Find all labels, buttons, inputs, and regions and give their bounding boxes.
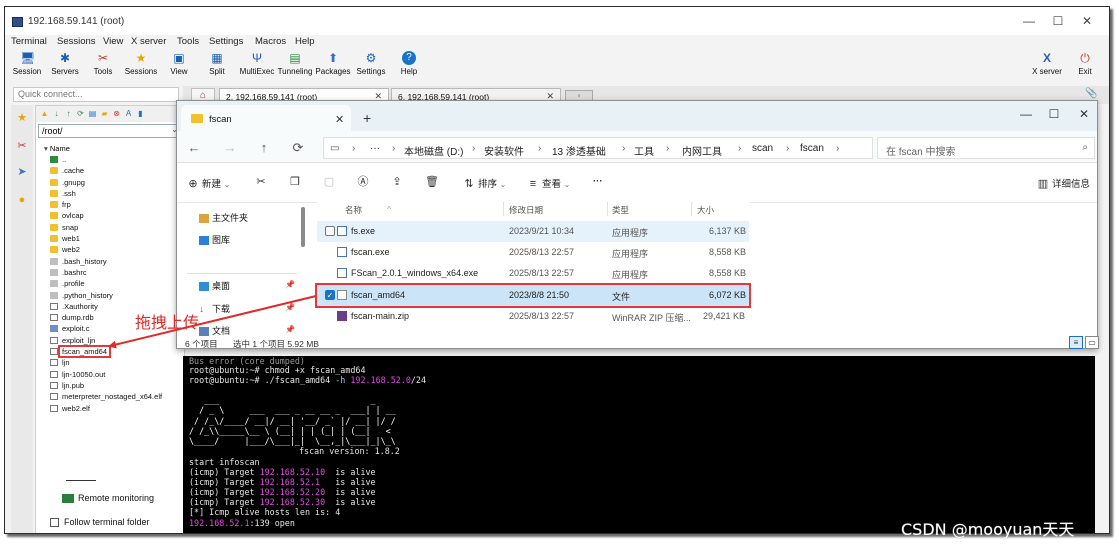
csdn-watermark: CSDN @mooyuan天天 [901, 520, 1075, 539]
drag-arrow-icon [108, 295, 317, 349]
screenshot-root: 192.168.59.141 (root) — ☐ ✕ Terminal Ses… [0, 0, 1119, 548]
